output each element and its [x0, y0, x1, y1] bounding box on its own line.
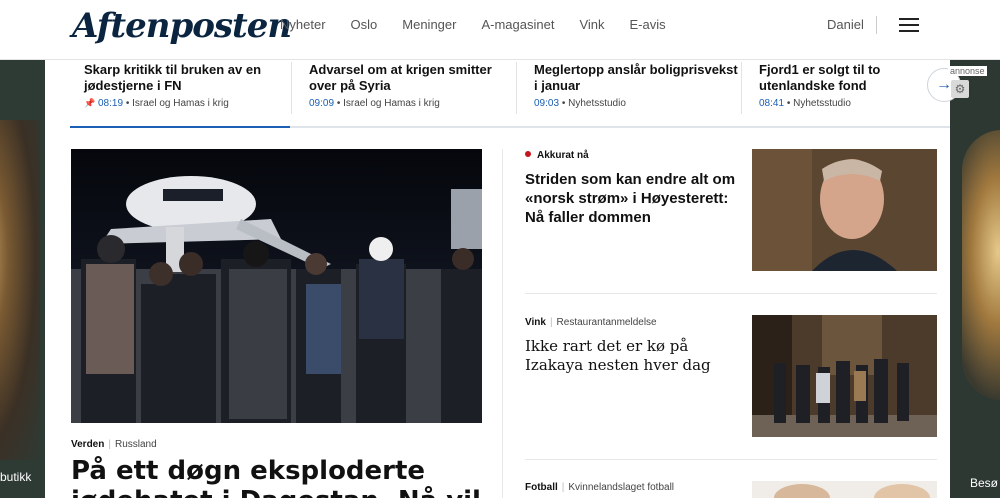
ticker-section: Israel og Hamas i krig: [343, 98, 440, 109]
hero-tags: Verden | Russland: [71, 439, 157, 450]
nav-item-e-avis[interactable]: E-avis: [630, 17, 666, 32]
column-divider: [502, 149, 503, 498]
nav-item-oslo[interactable]: Oslo: [351, 17, 378, 32]
ticker-section: Israel og Hamas i krig: [132, 98, 229, 109]
ticker-title: Advarsel om at krigen smitter over på Sy…: [309, 62, 492, 93]
main-content: Skarp kritikk til bruken av en jødestjer…: [45, 60, 961, 498]
story-label: Fotball: [525, 482, 558, 493]
ticker-time: 09:03: [534, 98, 560, 109]
site-logo[interactable]: Aftenposten: [72, 6, 292, 46]
ticker-meta: 📌 08:19 • Israel og Hamas i krig: [84, 98, 229, 109]
main-nav: Nyheter Oslo Meninger A-magasinet Vink E…: [280, 17, 691, 32]
ad-skin-left[interactable]: butikk: [0, 60, 45, 498]
story-sublabel: Restaurantanmeldelse: [556, 317, 657, 328]
ticker-title: Fjord1 er solgt til to utenlandske fond: [759, 62, 881, 93]
story-sublabel: Kvinnelandslaget fotball: [568, 482, 675, 493]
ticker-meta: 09:09 • Israel og Hamas i krig: [309, 98, 440, 109]
pin-icon: 📌: [84, 98, 96, 108]
story-label: Vink: [525, 317, 546, 328]
ad-label: annonse: [948, 66, 987, 76]
ticker-section: Nyhetsstudio: [568, 98, 626, 109]
ticker-time: 09:09: [309, 98, 335, 109]
ticker-time: 08:41: [759, 98, 785, 109]
top-header: Aftenposten Nyheter Oslo Meninger A-maga…: [0, 0, 1000, 60]
news-ticker: Skarp kritikk til bruken av en jødestjer…: [70, 60, 961, 128]
restaurant-queue-photo: [752, 315, 937, 437]
story-divider: [525, 293, 937, 294]
gear-icon[interactable]: ⚙: [951, 80, 969, 98]
story-meta: Fotball | Kvinnelandslaget fotball: [525, 482, 675, 493]
ticker-divider: [516, 62, 517, 114]
live-dot-icon: [525, 151, 531, 157]
ticker-meta: 08:41 • Nyhetsstudio: [759, 98, 851, 109]
ticker-title: Meglertopp anslår boligprisvekst i janua…: [534, 62, 738, 93]
ticker-time: 08:19: [98, 98, 124, 109]
story-meta: Akkurat nå: [525, 150, 737, 161]
lamp-image: [0, 120, 40, 460]
story-teaser[interactable]: Vink | Restaurantanmeldelse Ikke rart det …: [525, 317, 737, 375]
ticker-active-indicator: [70, 126, 290, 128]
ticker-title: Skarp kritikk til bruken av en jødestjer…: [84, 62, 262, 93]
ad-left-text: butikk: [0, 470, 32, 484]
airport-crowd-photo: [71, 149, 482, 423]
ad-right-text: Besø: [970, 476, 999, 490]
man-portrait-photo: [752, 149, 937, 271]
star-lamp-image: [962, 130, 1000, 400]
ticker-meta: 09:03 • Nyhetsstudio: [534, 98, 626, 109]
hero-image[interactable]: [71, 149, 482, 423]
ticker-item[interactable]: Meglertopp anslår boligprisvekst i janua…: [534, 62, 744, 120]
nav-item-nyheter[interactable]: Nyheter: [280, 17, 326, 32]
ad-skin-right[interactable]: Besø: [950, 60, 1000, 498]
football-players-photo: [752, 481, 937, 498]
hero-headline[interactable]: På ett døgn eksploderte jødehatet i Dage…: [71, 456, 481, 498]
header-divider: [876, 16, 877, 34]
story-headline: Striden som kan endre alt om «norsk strø…: [525, 171, 736, 226]
story-teaser[interactable]: Akkurat nå Striden som kan endre alt om …: [525, 150, 737, 227]
story-headline: Ikke rart det er kø på Izakaya nesten hv…: [525, 337, 711, 374]
ticker-divider: [741, 62, 742, 114]
ticker-section: Nyhetsstudio: [793, 98, 851, 109]
hero-subsection[interactable]: Russland: [115, 439, 157, 450]
ticker-item[interactable]: Skarp kritikk til bruken av en jødestjer…: [84, 62, 294, 120]
story-image[interactable]: [752, 315, 937, 437]
story-label: Akkurat nå: [537, 150, 589, 161]
story-image[interactable]: [752, 149, 937, 271]
ticker-item[interactable]: Advarsel om at krigen smitter over på Sy…: [309, 62, 519, 120]
ticker-divider: [291, 62, 292, 114]
story-meta: Vink | Restaurantanmeldelse: [525, 317, 657, 328]
hero-section[interactable]: Verden: [71, 439, 104, 450]
menu-icon[interactable]: [899, 18, 919, 32]
user-name-link[interactable]: Daniel: [827, 17, 864, 32]
nav-item-a-magasinet[interactable]: A-magasinet: [481, 17, 554, 32]
story-image[interactable]: [752, 481, 937, 498]
ticker-item[interactable]: Fjord1 er solgt til to utenlandske fond …: [759, 62, 894, 120]
story-divider: [525, 459, 937, 460]
nav-item-vink[interactable]: Vink: [579, 17, 604, 32]
story-teaser[interactable]: Fotball | Kvinnelandslaget fotball: [525, 482, 737, 493]
nav-item-meninger[interactable]: Meninger: [402, 17, 456, 32]
